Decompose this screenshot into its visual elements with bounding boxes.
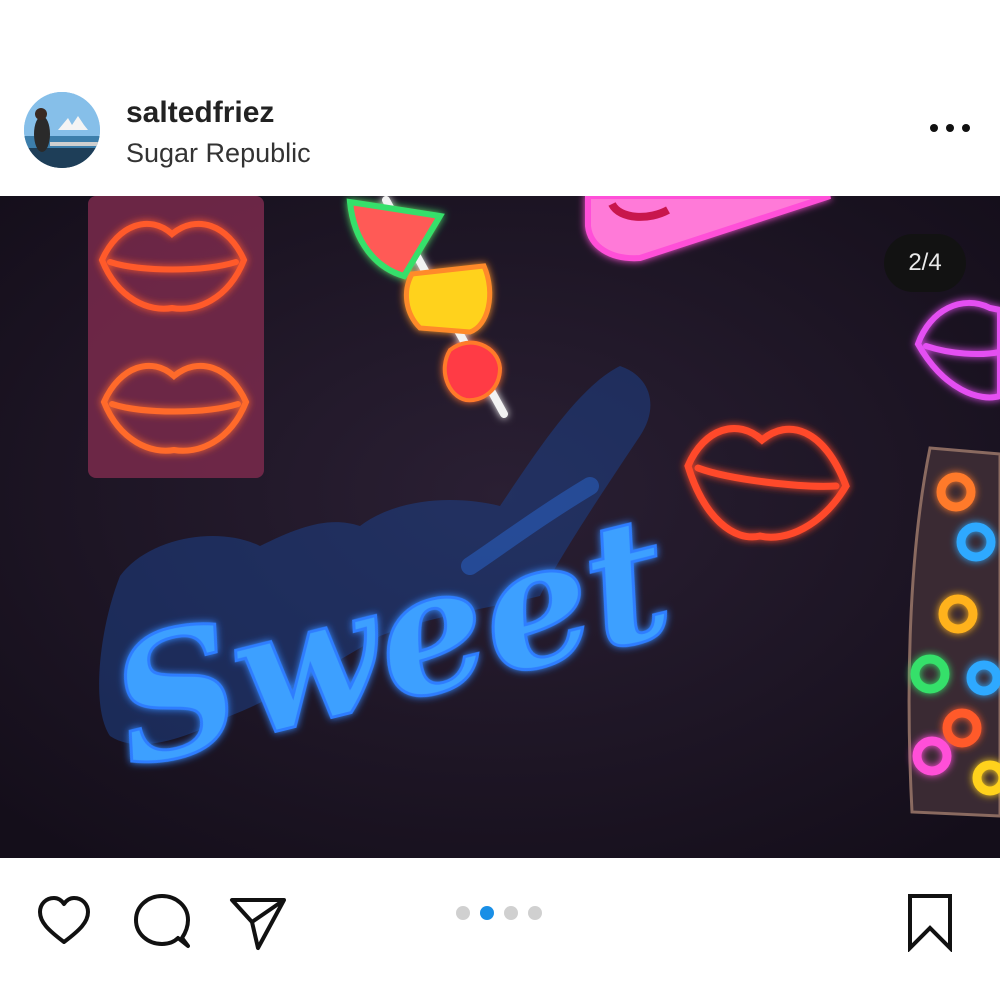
carousel-dot <box>528 906 542 920</box>
heart-icon-glyph <box>38 896 90 944</box>
carousel-indicator <box>456 906 542 920</box>
bookmark-icon[interactable] <box>900 892 960 953</box>
location-label[interactable]: Sugar Republic <box>126 138 311 169</box>
avatar[interactable] <box>24 92 100 168</box>
more-dot <box>962 124 970 132</box>
send-icon[interactable] <box>228 892 288 952</box>
more-dot <box>930 124 938 132</box>
post-image[interactable]: Sweet 2/4 <box>0 196 1000 858</box>
bookmark-icon-glyph <box>908 894 952 953</box>
image-counter: 2/4 <box>884 234 966 292</box>
comment-icon[interactable] <box>132 892 192 952</box>
username[interactable]: saltedfriez <box>126 96 274 130</box>
carousel-dot <box>456 906 470 920</box>
post-header: saltedfriez Sugar Republic <box>0 72 1000 196</box>
send-icon-glyph <box>230 898 286 950</box>
heart-icon[interactable] <box>34 892 94 952</box>
action-bar <box>0 858 1000 978</box>
comment-icon-glyph <box>134 894 190 948</box>
carousel-dot <box>504 906 518 920</box>
carousel-dot-active <box>480 906 494 920</box>
more-options-icon[interactable] <box>930 116 970 140</box>
neon-sign-scene: Sweet <box>0 196 1000 858</box>
avatar-image <box>24 92 100 168</box>
more-dot <box>946 124 954 132</box>
